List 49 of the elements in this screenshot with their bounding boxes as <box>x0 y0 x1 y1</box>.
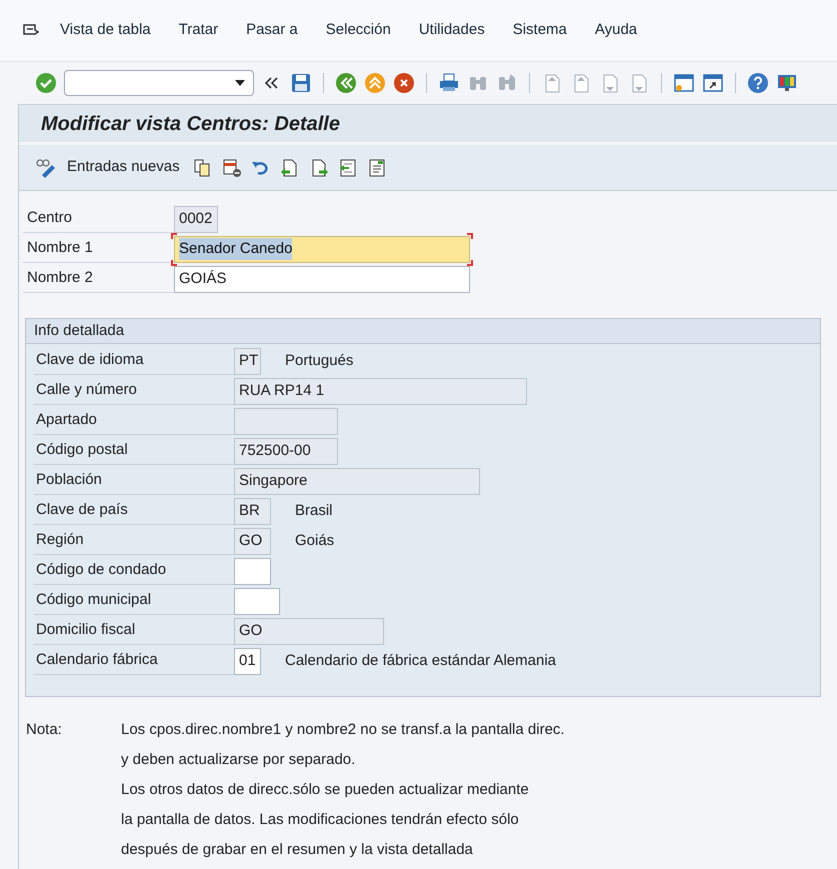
new-window-icon[interactable] <box>673 72 695 94</box>
select-block-icon[interactable] <box>338 158 358 178</box>
text-field[interactable]: GOIÁS <box>174 266 470 292</box>
help-icon[interactable] <box>747 72 769 94</box>
text-field[interactable] <box>234 558 271 584</box>
dropdown-caret-icon <box>235 80 245 86</box>
field-description: Calendario de fábrica estándar Alemania <box>285 650 556 671</box>
text-field[interactable]: Senador Canedo <box>174 236 470 262</box>
note-text: y deben actualizarse por separado. <box>121 750 356 770</box>
note-text: Los otros datos de direcc.sólo se pueden actualizar mediante <box>121 780 530 800</box>
shortcut-window-icon[interactable] <box>702 72 724 94</box>
command-field[interactable] <box>64 70 254 96</box>
printer-icon[interactable] <box>438 72 460 94</box>
group-title: Info detallada <box>34 320 124 341</box>
text-field[interactable] <box>234 588 280 614</box>
text-field[interactable]: PT <box>234 348 261 374</box>
text-field[interactable]: RUA RP14 1 <box>234 378 527 404</box>
menu-item[interactable]: Vista de tabla <box>60 19 151 42</box>
save-icon[interactable] <box>290 72 312 94</box>
text-field[interactable]: BR <box>234 498 271 524</box>
note-text: después de grabar en el resumen y la vista detallada <box>121 840 474 860</box>
note-text: la pantalla de datos. Las modificaciones tendrán efecto sólo <box>121 810 520 830</box>
field-description: Goiás <box>295 530 334 551</box>
back-icon[interactable] <box>335 72 357 94</box>
menu-item[interactable]: Sistema <box>512 19 567 42</box>
field-description: Portugués <box>285 350 354 371</box>
text-field[interactable]: GO <box>234 528 271 554</box>
menu-item[interactable]: Utilidades <box>418 19 485 42</box>
text-field[interactable]: 752500-00 <box>234 438 338 464</box>
text-field[interactable]: 0002 <box>174 206 218 232</box>
menu-item[interactable]: Ayuda <box>594 19 638 42</box>
details-icon[interactable] <box>366 158 387 178</box>
new-entries-button[interactable]: Entradas nuevas <box>35 156 184 179</box>
glasses-pencil-icon <box>35 158 57 178</box>
cancel-icon[interactable] <box>393 72 415 94</box>
field-description: Brasil <box>295 500 333 521</box>
note-text: Los cpos.direc.nombre1 y nombre2 no se transf.a la pantalla direc. <box>121 720 565 740</box>
text-field[interactable]: Singapore <box>234 468 480 494</box>
monitor-icon[interactable] <box>776 72 798 94</box>
menu-item[interactable]: Pasar a <box>246 19 298 42</box>
text-field[interactable]: 01 <box>234 648 261 674</box>
text-field[interactable] <box>234 408 338 434</box>
checkmark-icon[interactable] <box>35 72 57 94</box>
screen-title: Modificar vista Centros: Detalle <box>41 112 340 136</box>
menu-item[interactable]: Tratar <box>178 19 218 42</box>
menu-item[interactable]: Selección <box>326 19 391 42</box>
note-label: Nota: <box>26 720 63 740</box>
delete-rows-icon[interactable] <box>222 158 242 178</box>
text-field[interactable]: GO <box>234 618 384 644</box>
